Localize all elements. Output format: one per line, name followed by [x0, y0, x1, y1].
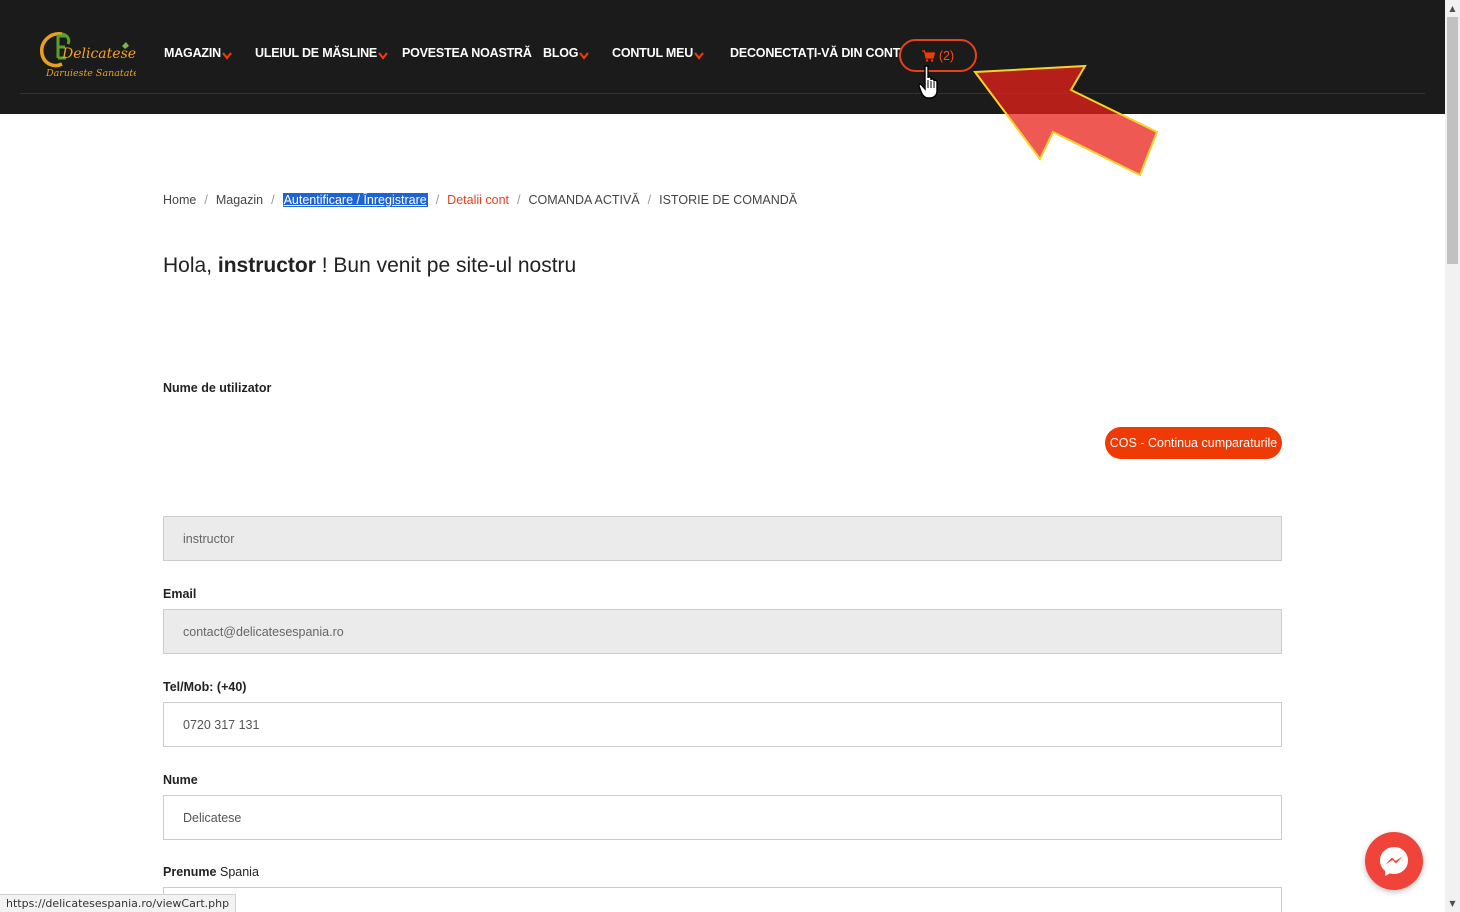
greeting-username: instructor [217, 254, 316, 277]
scroll-up-icon[interactable]: ▲ [1445, 0, 1460, 17]
firstname-field[interactable]: Spania [163, 887, 1282, 912]
email-label: Email [163, 587, 197, 601]
lastname-field[interactable]: Delicatese [163, 795, 1282, 840]
chevron-down-icon [222, 52, 232, 60]
breadcrumb-istorie-comanda[interactable]: ISTORIE DE COMANDĂ [659, 193, 797, 207]
breadcrumb-separator: / [271, 193, 275, 207]
greeting-suffix: ! Bun venit pe site-ul nostru [321, 254, 577, 277]
nav-deconectare-label: DECONECTAȚI-VĂ DIN CONT [730, 46, 901, 60]
chevron-down-icon [378, 52, 388, 60]
breadcrumb-separator: / [204, 193, 208, 207]
cart-count: (2) [938, 48, 955, 63]
nav-magazin-label: MAGAZIN [164, 46, 221, 60]
site-header: Delicatese Daruieste Sanatate MAGAZIN UL… [0, 0, 1445, 114]
site-logo[interactable]: Delicatese Daruieste Sanatate [36, 28, 139, 84]
hand-pointer-icon [918, 65, 938, 99]
username-field: instructor [163, 516, 1282, 561]
nav-povestea-noastra[interactable]: POVESTEA NOASTRĂ [402, 46, 532, 66]
username-label: Nume de utilizator [163, 381, 272, 395]
nav-magazin[interactable]: MAGAZIN [164, 46, 232, 66]
breadcrumb-comanda-activa[interactable]: COMANDA ACTIVĂ [529, 193, 640, 207]
email-field: contact@delicatesespania.ro [163, 609, 1282, 654]
nav-deconectare[interactable]: DECONECTAȚI-VĂ DIN CONT [730, 46, 900, 66]
nav-contul-meu[interactable]: CONTUL MEU [612, 46, 704, 66]
nav-contul-meu-label: CONTUL MEU [612, 46, 694, 60]
breadcrumb: Home / Magazin / Autentificare / Înregis… [163, 191, 797, 209]
breadcrumb-magazin[interactable]: Magazin [216, 193, 263, 207]
breadcrumb-separator: / [647, 193, 652, 207]
continue-shopping-button[interactable]: COS - Continua cumparaturile [1105, 427, 1282, 459]
scroll-down-icon[interactable]: ▼ [1445, 895, 1460, 912]
shopping-cart-icon [921, 49, 935, 62]
chevron-down-icon [579, 52, 590, 60]
messenger-chat-button[interactable] [1365, 832, 1423, 890]
greeting-prefix: Hola, [163, 254, 213, 277]
svg-text:Daruieste Sanatate: Daruieste Sanatate [45, 68, 136, 79]
nav-povestea-label: POVESTEA NOASTRĂ [402, 46, 532, 60]
nav-uleiul-de-masline[interactable]: ULEIUL DE MĂSLINE [255, 46, 388, 66]
breadcrumb-home[interactable]: Home [163, 193, 196, 207]
browser-status-bar: https://delicatesespania.ro/viewCart.php [0, 894, 237, 912]
nav-blog-label: BLOG [543, 46, 579, 60]
breadcrumb-separator: / [517, 193, 521, 207]
breadcrumb-detalii-cont[interactable]: Detalii cont [447, 193, 509, 207]
firstname-label: Prenume Spania [163, 865, 259, 879]
firstname-label-suffix: Spania [219, 865, 259, 879]
phone-label: Tel/Mob: (+40) [163, 680, 247, 694]
chevron-down-icon [694, 52, 704, 60]
page-scrollbar[interactable]: ▲ ▼ [1445, 0, 1460, 912]
breadcrumb-autentificare[interactable]: Autentificare / Înregistrare [282, 193, 428, 207]
nav-blog[interactable]: BLOG [543, 46, 590, 66]
scrollbar-thumb[interactable] [1447, 17, 1458, 264]
lastname-label: Nume [163, 773, 198, 787]
nav-uleiul-label: ULEIUL DE MĂSLINE [255, 46, 378, 60]
welcome-heading: Hola, instructor ! Bun venit pe site-ul … [163, 254, 576, 278]
breadcrumb-separator: / [435, 193, 440, 207]
messenger-icon [1380, 847, 1408, 876]
header-divider [20, 93, 1425, 94]
firstname-label-text: Prenume [163, 865, 217, 879]
phone-field[interactable]: 0720 317 131 [163, 702, 1282, 747]
